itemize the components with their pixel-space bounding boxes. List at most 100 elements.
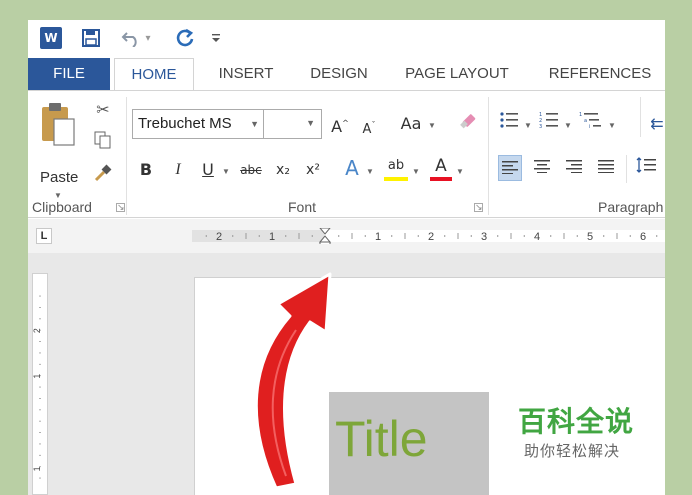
ruler-tick (351, 233, 353, 239)
font-color-button[interactable]: A (430, 155, 452, 181)
ruler-tick (39, 420, 41, 422)
word-app-icon: W (40, 27, 62, 49)
ruler-tick (39, 409, 41, 411)
subscript-button[interactable]: x₂ (272, 157, 294, 183)
highlight-button[interactable]: ab (384, 155, 408, 181)
ruler-tick (417, 235, 419, 237)
line-spacing-button[interactable] (634, 155, 664, 181)
ruler-ticks: 2 1 1 2 3 4 5 6 (205, 231, 658, 243)
clipboard-group-label: Clipboard (32, 199, 92, 215)
font-size-dropdown-icon[interactable]: ▼ (306, 118, 315, 128)
grow-font-button[interactable]: A^ (328, 111, 352, 137)
ruler-tick (510, 233, 512, 239)
multilevel-list-icon: 1ai (579, 112, 601, 130)
align-center-icon (534, 160, 550, 174)
ruler-tick (404, 233, 406, 239)
redo-button[interactable] (174, 26, 196, 50)
svg-text:1: 1 (579, 112, 582, 118)
tab-page-layout[interactable]: PAGE LAYOUT (396, 58, 518, 90)
ruler-tick (39, 454, 41, 456)
underline-dropdown-icon[interactable]: ▼ (222, 167, 230, 176)
tab-stop-selector[interactable]: L (36, 228, 52, 244)
change-case-button[interactable]: Aa (398, 111, 424, 137)
align-right-icon (566, 160, 582, 174)
save-button[interactable] (80, 26, 102, 50)
font-launcher-icon[interactable]: ↘ (474, 203, 483, 212)
ruler-tick (39, 363, 41, 365)
ruler-tick (39, 398, 41, 399)
clear-formatting-button[interactable] (456, 111, 480, 137)
vertical-ruler[interactable]: 2 1 1 (32, 273, 48, 495)
ruler-tick (39, 307, 41, 308)
align-left-button[interactable] (498, 155, 522, 181)
text-effects-dropdown-icon[interactable]: ▼ (366, 167, 374, 176)
paste-label: Paste (40, 169, 79, 186)
bullets-dropdown-icon[interactable]: ▼ (524, 121, 532, 130)
word-window: W ▾ FILE HOME INSERT DESIGN PAGE LAYOUT … (28, 20, 665, 495)
clipboard-launcher-icon[interactable]: ↘ (116, 203, 125, 212)
superscript-button[interactable]: x² (302, 157, 324, 183)
bullets-icon (500, 112, 518, 128)
multilevel-list-button[interactable]: 1ai (578, 111, 604, 137)
undo-dropdown-icon[interactable]: ▾ (142, 26, 154, 50)
tab-insert[interactable]: INSERT (206, 58, 286, 90)
justify-icon (598, 160, 614, 174)
ruler-tick (39, 477, 41, 479)
eraser-icon (460, 114, 476, 129)
tab-references[interactable]: REFERENCES (540, 58, 660, 90)
ruler-tick (629, 235, 631, 237)
ruler-number: 3 (481, 231, 487, 243)
decrease-indent-icon[interactable]: ⇇ (650, 111, 664, 137)
strikethrough-button[interactable]: abc (236, 157, 266, 183)
bullets-button[interactable] (498, 111, 520, 137)
group-divider (126, 97, 127, 215)
multilevel-list-dropdown-icon[interactable]: ▼ (608, 121, 616, 130)
ruler-tick (39, 318, 41, 320)
ruler-number: 1 (269, 231, 275, 243)
italic-button[interactable]: I (168, 157, 188, 183)
ruler-tick (616, 233, 618, 239)
ruler-tick (298, 233, 300, 239)
text-effects-button[interactable]: A (340, 155, 364, 181)
ruler-tick (523, 235, 525, 237)
group-divider (488, 97, 489, 215)
svg-text:3: 3 (539, 124, 542, 129)
ruler-tick (563, 233, 565, 239)
format-painter-icon[interactable] (92, 163, 114, 185)
justify-button[interactable] (594, 155, 618, 181)
font-size-combobox[interactable]: ▼ (264, 109, 322, 139)
shrink-font-button[interactable]: Aˇ (358, 113, 380, 139)
tab-design[interactable]: DESIGN (298, 58, 380, 90)
ruler-tick (39, 352, 41, 354)
undo-button[interactable] (120, 26, 142, 50)
red-arrow-annotation (254, 272, 332, 490)
numbering-button[interactable]: 123 (538, 111, 560, 137)
tab-home[interactable]: HOME (114, 58, 194, 91)
customize-toolbar-icon[interactable] (208, 26, 224, 50)
ruler-tick (39, 432, 41, 433)
ruler-tick (497, 235, 499, 237)
change-case-dropdown-icon[interactable]: ▼ (428, 121, 436, 130)
quick-access-toolbar: W ▾ (28, 20, 665, 56)
ruler-tick (245, 233, 247, 239)
grow-font-icon: A^ (331, 117, 349, 137)
align-center-button[interactable] (530, 155, 554, 181)
align-right-button[interactable] (562, 155, 586, 181)
copy-icon[interactable] (92, 131, 114, 153)
underline-button[interactable]: U (198, 157, 218, 183)
ribbon-tabs: FILE HOME INSERT DESIGN PAGE LAYOUT REFE… (28, 58, 665, 91)
numbering-dropdown-icon[interactable]: ▼ (564, 121, 572, 130)
font-group-label: Font (288, 199, 317, 215)
horizontal-ruler[interactable]: 2 1 1 2 3 4 5 6 (192, 228, 665, 244)
ruler-tick (39, 386, 41, 388)
group-divider (626, 155, 627, 183)
bold-button[interactable]: B (136, 157, 156, 183)
font-name-combobox[interactable]: Trebuchet MS ▼ (132, 109, 264, 139)
font-color-dropdown-icon[interactable]: ▼ (456, 167, 464, 176)
font-name-dropdown-icon[interactable]: ▼ (250, 110, 259, 138)
floppy-disk-icon (82, 29, 100, 47)
cut-icon[interactable]: ✂ (92, 99, 114, 121)
ruler-tick (603, 235, 605, 237)
tab-file[interactable]: FILE (28, 58, 110, 90)
highlight-dropdown-icon[interactable]: ▼ (412, 167, 420, 176)
